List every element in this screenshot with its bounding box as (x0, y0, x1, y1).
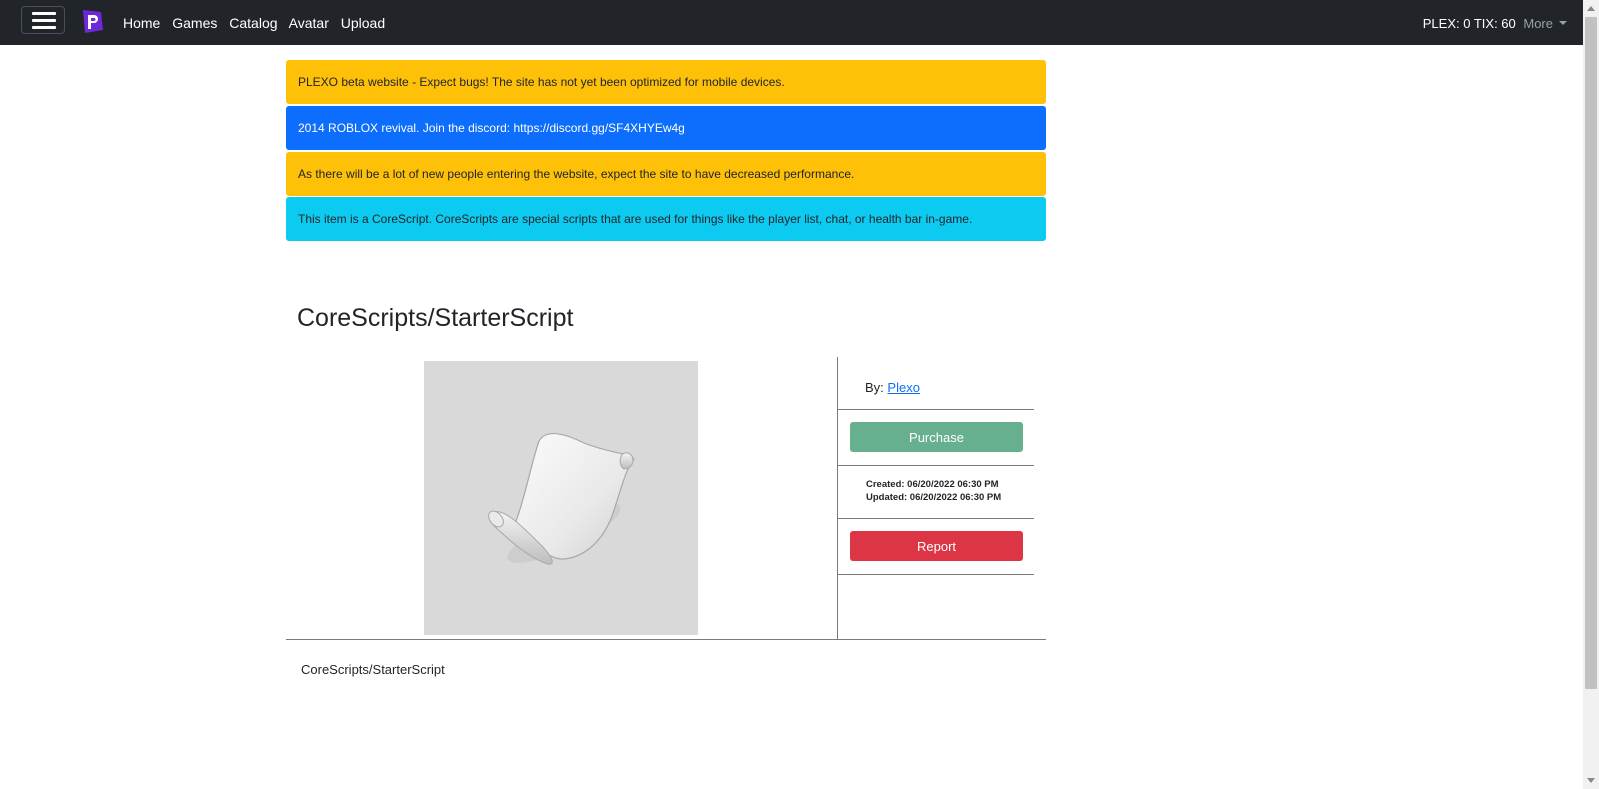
scroll-up-arrow-icon[interactable] (1587, 6, 1595, 11)
nav-games-link[interactable]: Games (172, 15, 217, 31)
more-dropdown[interactable]: More (1523, 16, 1567, 31)
nav-avatar-link[interactable]: Avatar (289, 15, 329, 31)
menu-toggle-button[interactable] (21, 6, 65, 34)
scroll-thumb[interactable] (1585, 17, 1597, 689)
more-label: More (1523, 16, 1553, 31)
vertical-divider (837, 357, 838, 640)
top-navbar: Home Games Catalog Avatar Upload PLEX: 0… (0, 0, 1583, 45)
sidebar-divider (838, 409, 1034, 410)
horizontal-divider (286, 639, 1046, 640)
beta-warning-alert: PLEXO beta website - Expect bugs! The si… (286, 60, 1046, 104)
scroll-icon (488, 433, 635, 565)
sidebar-divider (838, 518, 1034, 519)
creator-link[interactable]: Plexo (887, 380, 920, 395)
plexo-logo-icon[interactable] (80, 9, 104, 34)
currency-balance: PLEX: 0 TIX: 60 (1422, 16, 1516, 31)
nav-links: Home Games Catalog Avatar Upload (123, 15, 393, 31)
menu-icon-bar (32, 12, 56, 15)
menu-icon-bar (32, 26, 56, 29)
item-thumbnail (424, 361, 698, 635)
nav-catalog-link[interactable]: Catalog (229, 15, 277, 31)
performance-warning-alert: As there will be a lot of new people ent… (286, 152, 1046, 196)
updated-date: Updated: 06/20/2022 06:30 PM (866, 492, 1002, 503)
menu-icon-bar (32, 19, 56, 22)
discord-info-alert: 2014 ROBLOX revival. Join the discord: h… (286, 106, 1046, 150)
nav-right: PLEX: 0 TIX: 60 More (1423, 16, 1567, 31)
sidebar-divider (838, 574, 1034, 575)
sidebar-divider (838, 465, 1034, 466)
by-label: By: (865, 380, 884, 395)
item-description: CoreScripts/StarterScript (301, 662, 445, 677)
caret-down-icon (1559, 21, 1567, 25)
item-title: CoreScripts/StarterScript (297, 304, 574, 332)
nav-upload-link[interactable]: Upload (341, 15, 385, 31)
creator-info: By: Plexo (865, 380, 920, 395)
nav-home-link[interactable]: Home (123, 15, 160, 31)
corescript-info-alert: This item is a CoreScript. CoreScripts a… (286, 197, 1046, 241)
purchase-button[interactable]: Purchase (850, 422, 1023, 452)
scroll-down-arrow-icon[interactable] (1587, 778, 1595, 783)
created-date: Created: 06/20/2022 06:30 PM (866, 479, 999, 490)
report-button[interactable]: Report (850, 531, 1023, 561)
page-scrollbar[interactable] (1583, 0, 1599, 789)
